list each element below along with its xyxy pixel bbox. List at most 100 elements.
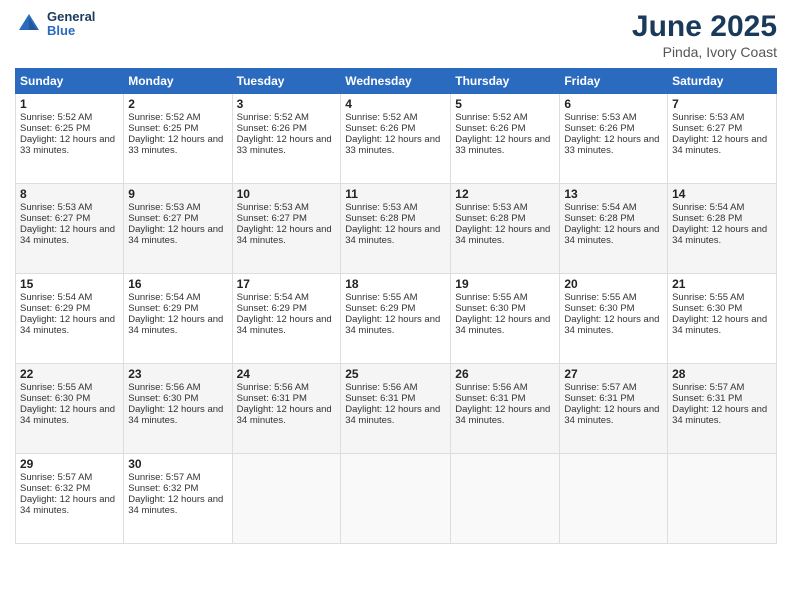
table-row [232, 454, 341, 544]
sunrise-label: Sunrise: 5:56 AM [345, 382, 417, 393]
daylight-label: Daylight: 12 hours and 33 minutes. [564, 134, 659, 156]
daylight-label: Daylight: 12 hours and 34 minutes. [20, 224, 115, 246]
day-number: 12 [455, 187, 555, 201]
sunrise-label: Sunrise: 5:52 AM [455, 112, 527, 123]
daylight-label: Daylight: 12 hours and 33 minutes. [128, 134, 223, 156]
table-row: 30Sunrise: 5:57 AMSunset: 6:32 PMDayligh… [124, 454, 232, 544]
col-thursday: Thursday [451, 69, 560, 94]
sunrise-label: Sunrise: 5:54 AM [128, 292, 200, 303]
table-row: 27Sunrise: 5:57 AMSunset: 6:31 PMDayligh… [560, 364, 668, 454]
day-number: 6 [564, 97, 663, 111]
day-number: 15 [20, 277, 119, 291]
sunrise-label: Sunrise: 5:53 AM [455, 202, 527, 213]
calendar-title: June 2025 [632, 10, 777, 44]
daylight-label: Daylight: 12 hours and 34 minutes. [345, 224, 440, 246]
day-number: 27 [564, 367, 663, 381]
day-number: 7 [672, 97, 772, 111]
col-tuesday: Tuesday [232, 69, 341, 94]
sunrise-label: Sunrise: 5:52 AM [128, 112, 200, 123]
table-row: 7Sunrise: 5:53 AMSunset: 6:27 PMDaylight… [668, 94, 777, 184]
sunrise-label: Sunrise: 5:53 AM [345, 202, 417, 213]
daylight-label: Daylight: 12 hours and 34 minutes. [128, 314, 223, 336]
day-number: 30 [128, 457, 227, 471]
day-number: 10 [237, 187, 337, 201]
sunrise-label: Sunrise: 5:57 AM [564, 382, 636, 393]
col-friday: Friday [560, 69, 668, 94]
sunrise-label: Sunrise: 5:53 AM [128, 202, 200, 213]
sunrise-label: Sunrise: 5:57 AM [672, 382, 744, 393]
day-number: 24 [237, 367, 337, 381]
sunset-label: Sunset: 6:31 PM [237, 393, 307, 404]
table-row: 15Sunrise: 5:54 AMSunset: 6:29 PMDayligh… [16, 274, 124, 364]
table-row: 26Sunrise: 5:56 AMSunset: 6:31 PMDayligh… [451, 364, 560, 454]
sunset-label: Sunset: 6:26 PM [345, 123, 415, 134]
daylight-label: Daylight: 12 hours and 33 minutes. [455, 134, 550, 156]
table-row: 29Sunrise: 5:57 AMSunset: 6:32 PMDayligh… [16, 454, 124, 544]
sunset-label: Sunset: 6:26 PM [564, 123, 634, 134]
logo-line1: General [47, 10, 95, 24]
daylight-label: Daylight: 12 hours and 34 minutes. [455, 224, 550, 246]
day-number: 9 [128, 187, 227, 201]
table-row: 18Sunrise: 5:55 AMSunset: 6:29 PMDayligh… [341, 274, 451, 364]
sunset-label: Sunset: 6:28 PM [564, 213, 634, 224]
day-number: 21 [672, 277, 772, 291]
day-number: 25 [345, 367, 446, 381]
table-row: 1Sunrise: 5:52 AMSunset: 6:25 PMDaylight… [16, 94, 124, 184]
sunset-label: Sunset: 6:31 PM [455, 393, 525, 404]
title-block: June 2025 Pinda, Ivory Coast [632, 10, 777, 60]
day-number: 5 [455, 97, 555, 111]
day-number: 26 [455, 367, 555, 381]
table-row: 20Sunrise: 5:55 AMSunset: 6:30 PMDayligh… [560, 274, 668, 364]
sunset-label: Sunset: 6:25 PM [128, 123, 198, 134]
table-row: 2Sunrise: 5:52 AMSunset: 6:25 PMDaylight… [124, 94, 232, 184]
sunrise-label: Sunrise: 5:54 AM [564, 202, 636, 213]
sunset-label: Sunset: 6:30 PM [455, 303, 525, 314]
sunset-label: Sunset: 6:29 PM [20, 303, 90, 314]
col-sunday: Sunday [16, 69, 124, 94]
sunset-label: Sunset: 6:29 PM [237, 303, 307, 314]
table-row: 12Sunrise: 5:53 AMSunset: 6:28 PMDayligh… [451, 184, 560, 274]
table-row: 6Sunrise: 5:53 AMSunset: 6:26 PMDaylight… [560, 94, 668, 184]
calendar-header-row: Sunday Monday Tuesday Wednesday Thursday… [16, 69, 777, 94]
sunrise-label: Sunrise: 5:52 AM [20, 112, 92, 123]
day-number: 28 [672, 367, 772, 381]
sunrise-label: Sunrise: 5:56 AM [455, 382, 527, 393]
daylight-label: Daylight: 12 hours and 33 minutes. [345, 134, 440, 156]
col-wednesday: Wednesday [341, 69, 451, 94]
table-row [451, 454, 560, 544]
sunrise-label: Sunrise: 5:53 AM [20, 202, 92, 213]
table-row: 4Sunrise: 5:52 AMSunset: 6:26 PMDaylight… [341, 94, 451, 184]
daylight-label: Daylight: 12 hours and 34 minutes. [237, 404, 332, 426]
daylight-label: Daylight: 12 hours and 34 minutes. [128, 224, 223, 246]
table-row: 21Sunrise: 5:55 AMSunset: 6:30 PMDayligh… [668, 274, 777, 364]
sunset-label: Sunset: 6:28 PM [455, 213, 525, 224]
daylight-label: Daylight: 12 hours and 34 minutes. [237, 314, 332, 336]
table-row [668, 454, 777, 544]
page-container: General Blue June 2025 Pinda, Ivory Coas… [0, 0, 792, 554]
sunrise-label: Sunrise: 5:54 AM [672, 202, 744, 213]
sunrise-label: Sunrise: 5:52 AM [345, 112, 417, 123]
day-number: 20 [564, 277, 663, 291]
day-number: 17 [237, 277, 337, 291]
logo: General Blue [15, 10, 95, 39]
table-row [341, 454, 451, 544]
sunset-label: Sunset: 6:26 PM [237, 123, 307, 134]
sunrise-label: Sunrise: 5:57 AM [128, 472, 200, 483]
sunset-label: Sunset: 6:31 PM [672, 393, 742, 404]
daylight-label: Daylight: 12 hours and 34 minutes. [672, 314, 767, 336]
sunset-label: Sunset: 6:31 PM [564, 393, 634, 404]
sunset-label: Sunset: 6:27 PM [672, 123, 742, 134]
col-monday: Monday [124, 69, 232, 94]
day-number: 1 [20, 97, 119, 111]
logo-icon [15, 10, 43, 38]
day-number: 13 [564, 187, 663, 201]
day-number: 3 [237, 97, 337, 111]
sunrise-label: Sunrise: 5:55 AM [345, 292, 417, 303]
table-row: 25Sunrise: 5:56 AMSunset: 6:31 PMDayligh… [341, 364, 451, 454]
sunrise-label: Sunrise: 5:54 AM [20, 292, 92, 303]
sunset-label: Sunset: 6:31 PM [345, 393, 415, 404]
sunset-label: Sunset: 6:30 PM [128, 393, 198, 404]
day-number: 4 [345, 97, 446, 111]
table-row: 5Sunrise: 5:52 AMSunset: 6:26 PMDaylight… [451, 94, 560, 184]
col-saturday: Saturday [668, 69, 777, 94]
